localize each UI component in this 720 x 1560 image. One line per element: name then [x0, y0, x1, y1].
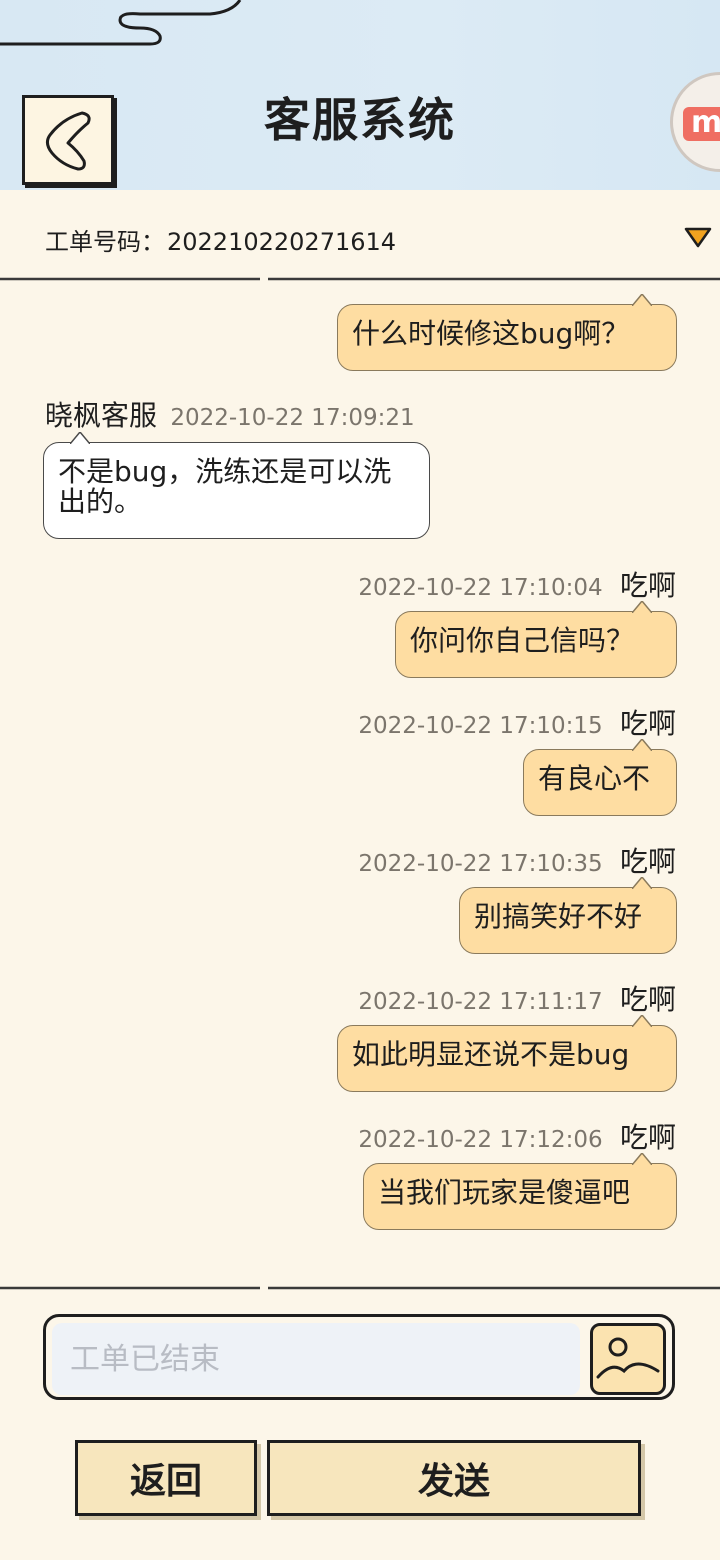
sender-name: 晓枫客服 — [45, 399, 158, 432]
message-text: 有良心不 — [538, 762, 651, 795]
message-time: 2022-10-22 17:10:35 — [358, 851, 603, 877]
message-meta: 2022-10-22 17:10:04 吃啊 — [358, 564, 676, 604]
message-text: 什么时候修这bug啊？ — [352, 317, 630, 350]
message-input[interactable] — [52, 1323, 580, 1395]
image-upload-button[interactable] — [590, 1323, 666, 1395]
message-composer — [43, 1314, 675, 1400]
page-title: 客服系统 — [264, 93, 456, 147]
message-meta: 2022-10-22 17:10:35 吃啊 — [358, 840, 676, 880]
chat-bubble: 不是bug，洗练还是可以洗出的。 — [43, 432, 430, 539]
chat-bubble: 别搞笑好不好 — [459, 877, 677, 954]
sender-name: 吃啊 — [619, 707, 676, 740]
sender-name: 吃啊 — [619, 845, 676, 878]
bottom-divider — [0, 1286, 720, 1290]
triangle-down-icon[interactable] — [684, 226, 712, 248]
chat-message-list[interactable]: 什么时候修这bug啊？ 晓枫客服 2022-10-22 17:09:21 不是b… — [0, 284, 720, 1230]
message-time: 2022-10-22 17:10:04 — [358, 575, 603, 601]
message-meta: 2022-10-22 17:12:06 吃啊 — [358, 1116, 676, 1156]
message-time: 2022-10-22 17:11:17 — [358, 989, 603, 1015]
message-time: 2022-10-22 17:10:15 — [358, 713, 603, 739]
message-text: 当我们玩家是傻逼吧 — [378, 1176, 631, 1209]
cloud-decoration-icon — [0, 0, 242, 46]
customer-service-screen: 客服系统 m 工单号码：202210220271614 什么时候修这bug啊？ … — [0, 0, 720, 1560]
ticket-bar[interactable]: 工单号码：202210220271614 — [0, 190, 720, 282]
message-meta: 2022-10-22 17:10:15 吃啊 — [358, 702, 676, 742]
message-meta: 2022-10-22 17:11:17 吃啊 — [358, 978, 676, 1018]
message-text: 不是bug，洗练还是可以洗出的。 — [58, 455, 392, 518]
ticket-number: 202210220271614 — [167, 228, 397, 256]
message-time: 2022-10-22 17:09:21 — [170, 405, 415, 431]
sender-name: 吃啊 — [619, 1121, 676, 1154]
message-meta: 晓枫客服 2022-10-22 17:09:21 — [45, 394, 415, 434]
top-divider — [0, 277, 720, 281]
ticket-label: 工单号码： — [45, 228, 165, 256]
header: 客服系统 m — [0, 0, 720, 190]
image-icon — [596, 1337, 660, 1379]
chat-bubble: 你问你自己信吗？ — [395, 601, 677, 678]
chat-bubble: 如此明显还说不是bug — [337, 1015, 677, 1092]
sender-name: 吃啊 — [619, 983, 676, 1016]
message-text: 别搞笑好不好 — [474, 900, 643, 933]
chat-bubble: 有良心不 — [523, 739, 677, 816]
chat-bubble: 当我们玩家是傻逼吧 — [363, 1153, 677, 1230]
message-text: 你问你自己信吗？ — [410, 624, 635, 657]
ticket-number-row: 工单号码：202210220271614 — [45, 222, 396, 257]
send-button[interactable]: 发送 — [267, 1440, 641, 1516]
chat-bubble: 什么时候修这bug啊？ — [337, 294, 677, 371]
message-text: 如此明显还说不是bug — [352, 1038, 630, 1071]
message-time: 2022-10-22 17:12:06 — [358, 1127, 603, 1153]
return-button[interactable]: 返回 — [75, 1440, 257, 1516]
sender-name: 吃啊 — [619, 569, 676, 602]
